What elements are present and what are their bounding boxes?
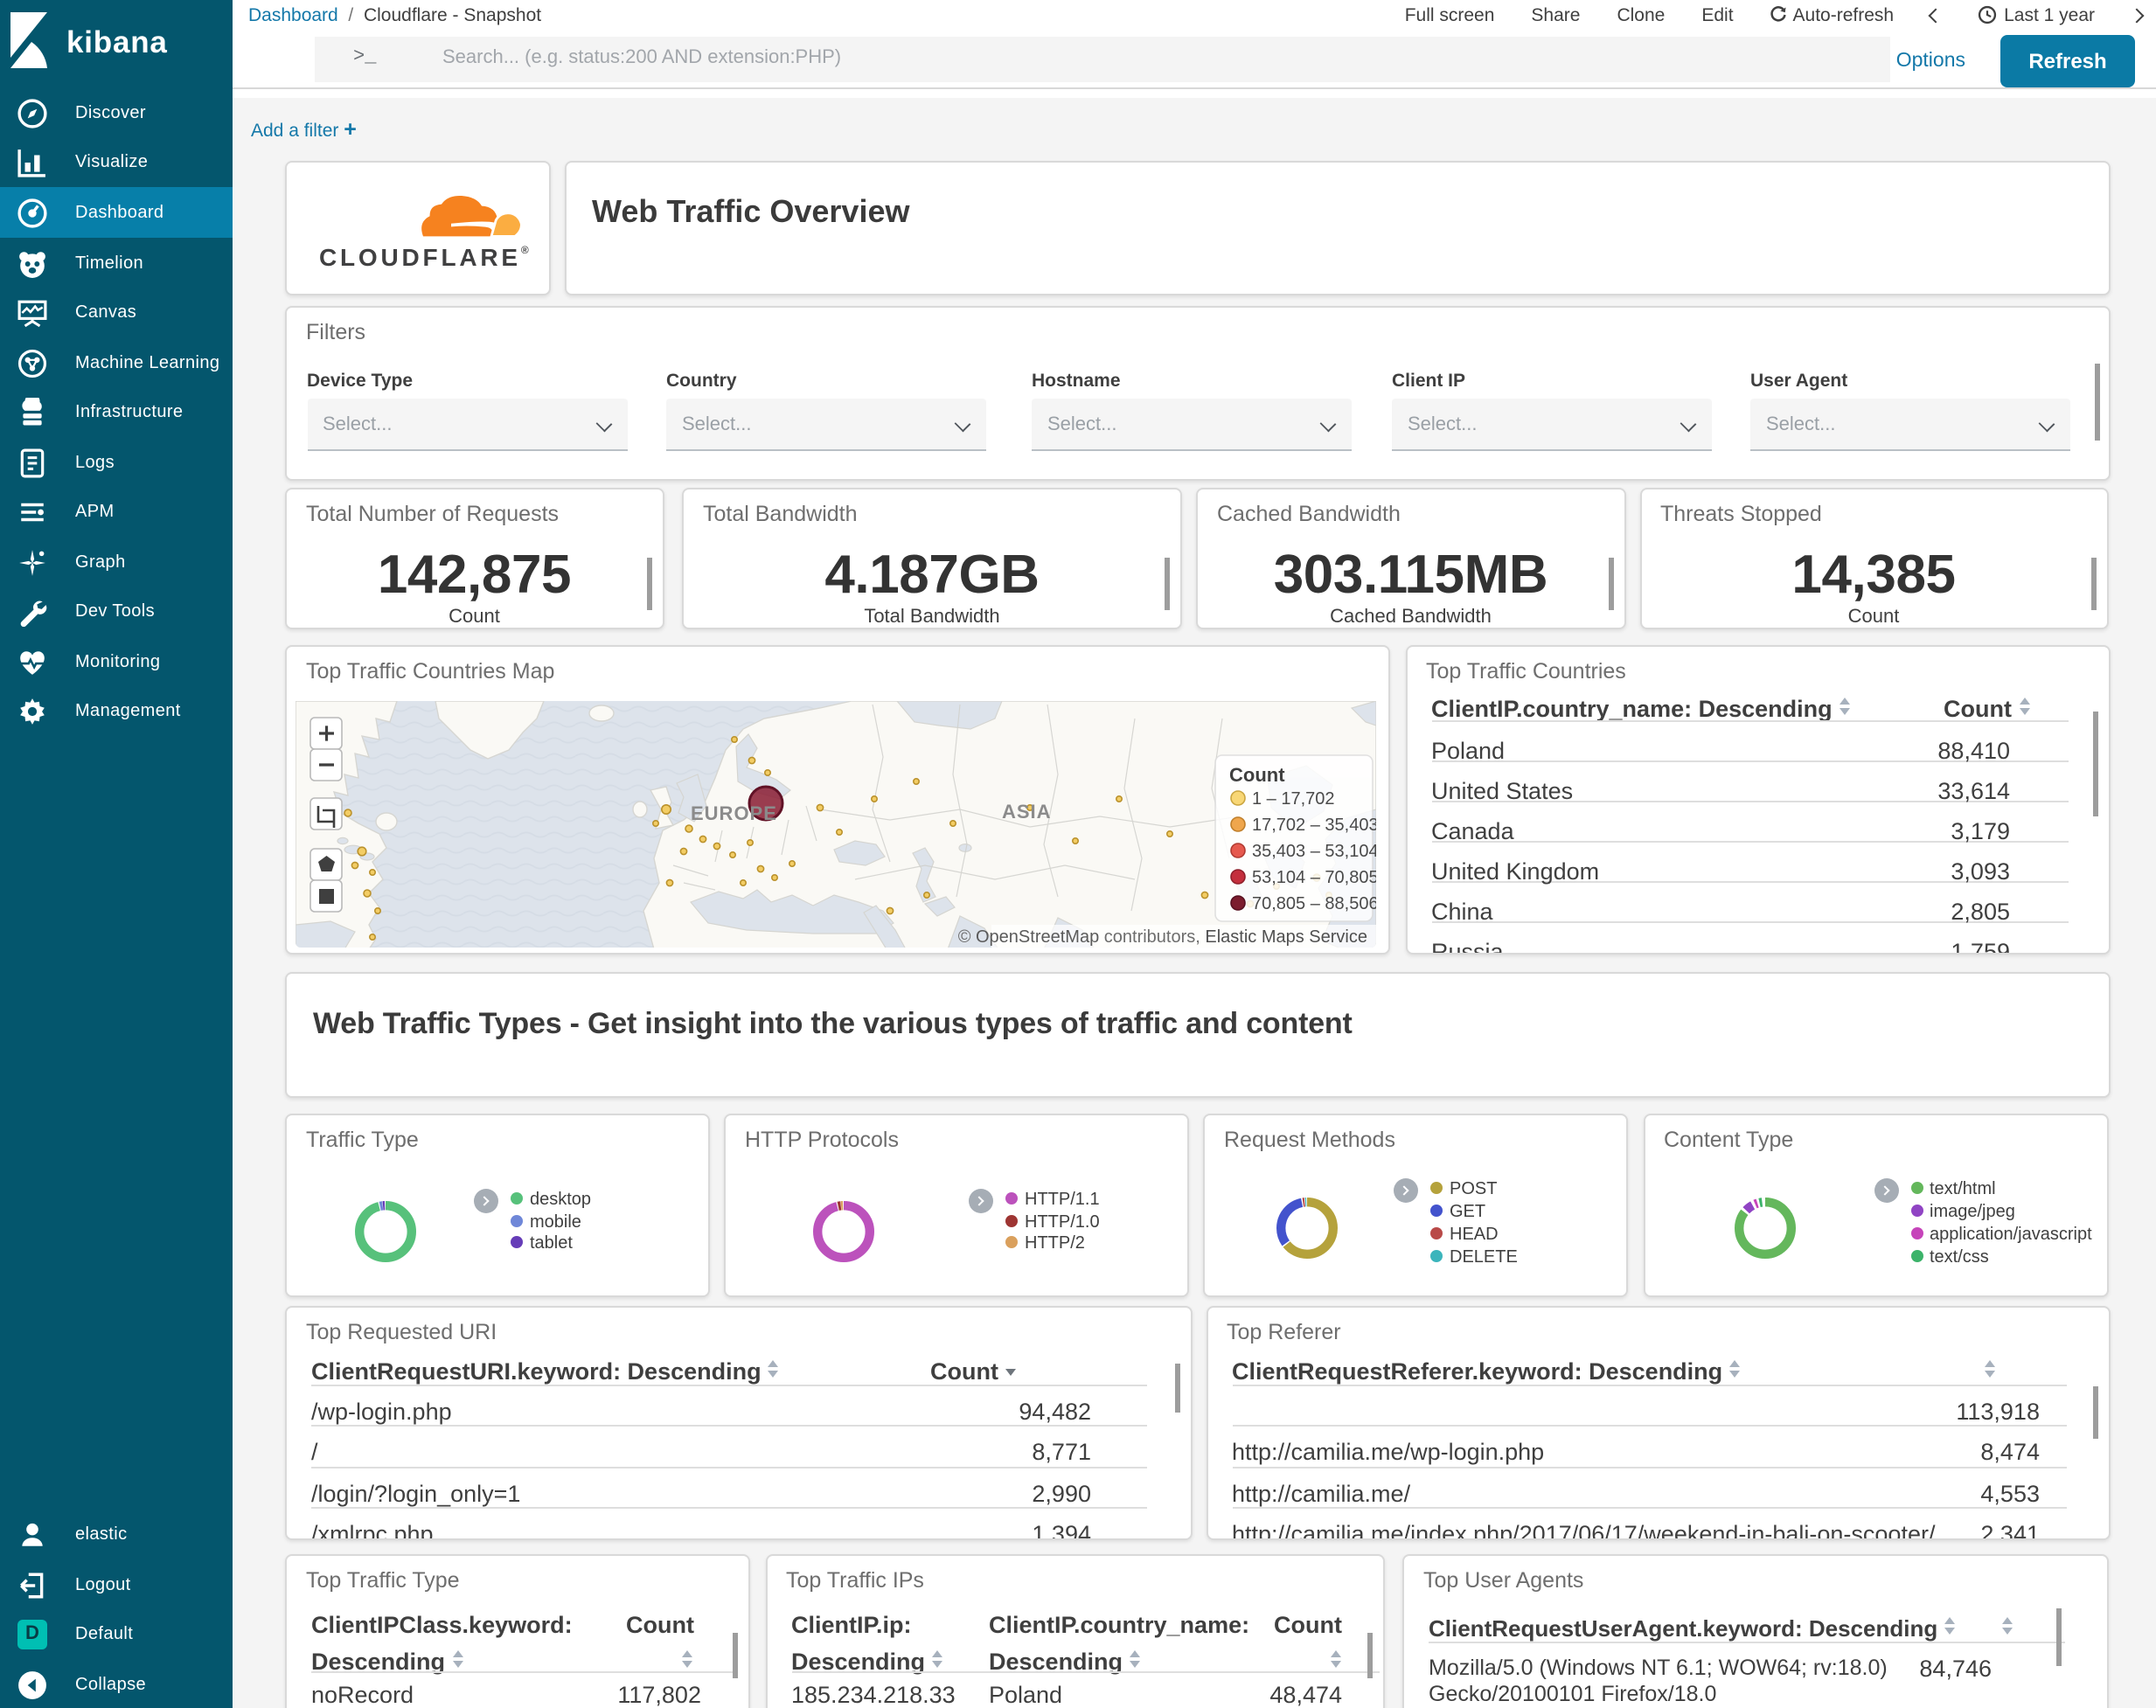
svg-text:70,805 – 88,506: 70,805 – 88,506 [1252,893,1376,913]
svg-text:53,104 – 70,805: 53,104 – 70,805 [1252,867,1376,886]
svg-text:EUROPE: EUROPE [691,802,777,823]
svg-text:ASIA: ASIA [1002,800,1052,822]
svg-text:17,702 – 35,403: 17,702 – 35,403 [1252,815,1376,834]
svg-text:1 – 17,702: 1 – 17,702 [1252,788,1335,808]
svg-text:Count: Count [1229,763,1285,785]
svg-text:© OpenStreetMap contributors,: © OpenStreetMap contributors, Elastic Ma… [958,927,1367,946]
svg-text:35,403 – 53,104: 35,403 – 53,104 [1252,841,1376,860]
